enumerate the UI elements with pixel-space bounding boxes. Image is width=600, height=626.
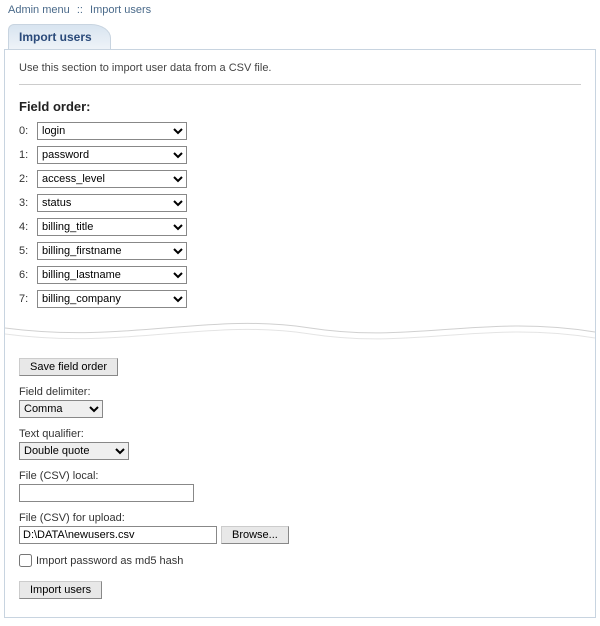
import-panel: Use this section to import user data fro… bbox=[4, 49, 596, 618]
field-order-title: Field order: bbox=[19, 99, 581, 114]
field-select-6[interactable]: billing_lastname bbox=[37, 266, 187, 284]
browse-button[interactable]: Browse... bbox=[221, 526, 289, 544]
field-select-3[interactable]: status bbox=[37, 194, 187, 212]
field-select-2[interactable]: access_level bbox=[37, 170, 187, 188]
field-select-0[interactable]: login bbox=[37, 122, 187, 140]
import-users-button[interactable]: Import users bbox=[19, 581, 102, 599]
breadcrumb-admin-menu[interactable]: Admin menu bbox=[8, 4, 70, 16]
divider bbox=[19, 84, 581, 85]
field-row: 7: billing_company bbox=[19, 290, 581, 308]
field-row: 5: billing_firstname bbox=[19, 242, 581, 260]
text-qualifier-label: Text qualifier: bbox=[19, 428, 581, 440]
md5-checkbox-label: Import password as md5 hash bbox=[36, 555, 183, 567]
breadcrumb-separator: :: bbox=[77, 4, 83, 16]
field-select-5[interactable]: billing_firstname bbox=[37, 242, 187, 260]
breadcrumb: Admin menu :: Import users bbox=[0, 0, 600, 20]
field-index: 3: bbox=[19, 197, 37, 209]
wave-separator bbox=[5, 318, 595, 346]
page-title: Import users bbox=[8, 24, 111, 49]
file-local-label: File (CSV) local: bbox=[19, 470, 581, 482]
field-index: 6: bbox=[19, 269, 37, 281]
file-upload-input[interactable] bbox=[19, 526, 217, 544]
field-row: 1: password bbox=[19, 146, 581, 164]
file-local-input[interactable] bbox=[19, 484, 194, 502]
field-order-list: 0: login 1: password 2: access_level 3: … bbox=[19, 122, 581, 308]
field-row: 2: access_level bbox=[19, 170, 581, 188]
field-index: 1: bbox=[19, 149, 37, 161]
field-delimiter-select[interactable]: Comma bbox=[19, 400, 103, 418]
field-row: 4: billing_title bbox=[19, 218, 581, 236]
field-index: 7: bbox=[19, 293, 37, 305]
save-field-order-button[interactable]: Save field order bbox=[19, 358, 118, 376]
field-index: 4: bbox=[19, 221, 37, 233]
field-select-7[interactable]: billing_company bbox=[37, 290, 187, 308]
intro-text: Use this section to import user data fro… bbox=[19, 62, 581, 74]
breadcrumb-current: Import users bbox=[90, 4, 151, 16]
field-index: 2: bbox=[19, 173, 37, 185]
field-index: 5: bbox=[19, 245, 37, 257]
field-row: 6: billing_lastname bbox=[19, 266, 581, 284]
field-row: 0: login bbox=[19, 122, 581, 140]
md5-checkbox[interactable] bbox=[19, 554, 32, 567]
text-qualifier-select[interactable]: Double quote bbox=[19, 442, 129, 460]
field-delimiter-label: Field delimiter: bbox=[19, 386, 581, 398]
field-index: 0: bbox=[19, 125, 37, 137]
field-select-4[interactable]: billing_title bbox=[37, 218, 187, 236]
field-row: 3: status bbox=[19, 194, 581, 212]
file-upload-label: File (CSV) for upload: bbox=[19, 512, 581, 524]
field-select-1[interactable]: password bbox=[37, 146, 187, 164]
